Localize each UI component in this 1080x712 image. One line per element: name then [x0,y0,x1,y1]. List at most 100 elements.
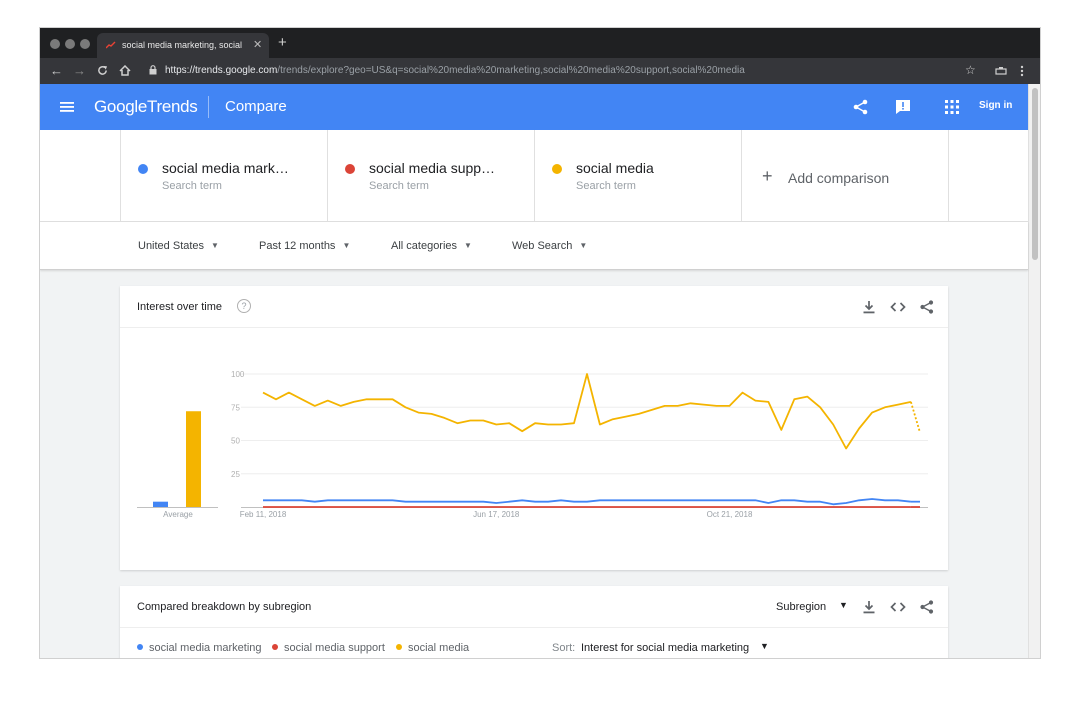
x-tick-label: Jun 17, 2018 [473,510,520,519]
search-terms-row: social media mark… Search term social me… [40,130,1028,222]
term-2-color-dot [345,164,355,174]
breakdown-card-title: Compared breakdown by subregion [137,601,312,613]
browser-toolbar: ← → https://trends.google.com/trends/exp… [40,58,1040,84]
search-term-3[interactable]: social media Search term [534,130,741,222]
sort-selector[interactable]: Interest for social media marketing [581,642,749,654]
chevron-down-icon[interactable]: ▼ [760,641,769,651]
term-3-color-dot [552,164,562,174]
tab-close-icon[interactable]: ✕ [253,38,262,51]
trends-favicon-icon [106,41,116,49]
legend-item-social-media: social media [396,642,469,654]
reload-icon[interactable] [97,65,108,76]
y-tick-label: 75 [231,403,240,412]
category-filter[interactable]: All categories ▼ [391,240,472,252]
logo-trends-text: Trends [147,97,198,116]
sign-in-link[interactable]: Sign in [979,100,1012,111]
search-term-1[interactable]: social media mark… Search term [120,130,327,222]
new-tab-button[interactable]: + [278,34,287,51]
browser-menu-icon[interactable] [1020,65,1024,77]
hamburger-menu-icon[interactable] [60,101,74,113]
page-scrollbar[interactable] [1028,84,1040,658]
legend-label: social media support [284,642,385,654]
share-icon[interactable] [919,599,935,615]
legend-dot [272,644,278,650]
browser-window: social media marketing, social ✕ + ← → h… [40,28,1040,658]
add-comparison-button[interactable]: + Add comparison [741,130,949,222]
y-tick-label: 25 [231,470,240,479]
card-divider [120,627,948,628]
legend-dot [396,644,402,650]
search-type-filter-label: Web Search [512,240,573,252]
chevron-down-icon: ▼ [342,241,351,250]
help-icon[interactable]: ? [237,299,251,313]
y-tick-label: 50 [231,437,240,446]
term-1-subtitle: Search term [162,180,222,192]
google-trends-logo[interactable]: GoogleTrends [94,97,198,117]
window-close-button[interactable] [50,39,60,49]
embed-code-icon[interactable] [890,299,906,315]
filter-bar: United States ▼ Past 12 months ▼ All categ… [40,222,1028,270]
x-tick-label: Oct 21, 2018 [707,510,753,519]
legend-label: social media [408,642,470,654]
x-tick-label: Feb 11, 2018 [240,510,287,519]
average-bar [186,411,201,507]
add-comparison-label: Add comparison [788,170,890,186]
subregion-selector[interactable]: Subregion [776,601,826,613]
chevron-down-icon: ▼ [211,241,219,250]
feedback-icon[interactable] [894,98,912,116]
apps-grid-icon[interactable] [943,98,961,116]
search-term-2[interactable]: social media supp… Search term [327,130,534,222]
share-icon[interactable] [852,98,870,116]
sort-label: Sort: [552,642,576,654]
chevron-down-icon[interactable]: ▼ [839,600,848,610]
scrollbar-thumb[interactable] [1032,88,1038,260]
url-path: /trends/explore?geo=US&q=social%20media%… [277,65,745,76]
category-filter-label: All categories [391,240,458,252]
term-1-name: social media mark… [162,160,289,176]
window-maximize-button[interactable] [80,39,90,49]
header-divider [208,96,209,118]
legend-item-support: social media support [272,642,385,654]
browser-tab[interactable]: social media marketing, social ✕ [97,33,269,58]
url-host: https://trends.google.com [165,65,278,76]
average-bar [153,501,168,507]
extension-icon[interactable] [995,66,1007,76]
tab-title: social media marketing, social [122,40,243,50]
legend-dot [137,644,143,650]
logo-google-text: Google [94,97,148,116]
legend-label: social media marketing [149,642,262,654]
interest-over-time-chart: 100 75 50 25 Average Feb 11, 2018 Jun 17, 2018… [137,370,928,519]
chevron-down-icon: ▼ [579,241,588,250]
home-icon[interactable] [119,65,131,76]
average-label: Average [163,510,193,519]
back-arrow-icon[interactable]: ← [50,63,63,78]
share-icon[interactable] [919,299,935,315]
interest-over-time-card: Interest over time ? 100 75 50 25 Average Feb… [120,286,948,570]
time-range-filter[interactable]: Past 12 months ▼ [259,240,350,252]
series-line [263,498,911,506]
time-range-filter-label: Past 12 months [259,240,336,252]
forward-arrow-icon[interactable]: → [73,63,86,78]
embed-code-icon[interactable] [890,599,906,615]
plus-icon: + [762,166,773,186]
chevron-down-icon: ▼ [464,241,472,250]
term-3-subtitle: Search term [576,180,636,192]
breakdown-by-subregion-card: Compared breakdown by subregion Subregio… [120,586,948,658]
term-2-name: social media supp… [369,160,496,176]
page-title: Compare [225,98,287,115]
lock-icon [149,65,157,75]
legend-item-marketing: social media marketing [137,642,262,654]
browser-tab-bar: social media marketing, social ✕ + [40,28,1040,58]
search-type-filter[interactable]: Web Search ▼ [512,240,587,252]
window-minimize-button[interactable] [65,39,75,49]
term-1-color-dot [138,164,148,174]
download-icon[interactable] [861,599,877,615]
bookmark-star-icon[interactable]: ☆ [965,63,976,77]
trends-header: GoogleTrends Compare Sign in [40,84,1028,130]
series-partial-segment [910,401,921,433]
download-icon[interactable] [861,299,877,315]
term-3-name: social media [576,160,654,176]
region-filter[interactable]: United States ▼ [138,240,219,252]
term-2-subtitle: Search term [369,180,429,192]
address-bar[interactable]: https://trends.google.com/trends/explore… [165,65,745,76]
